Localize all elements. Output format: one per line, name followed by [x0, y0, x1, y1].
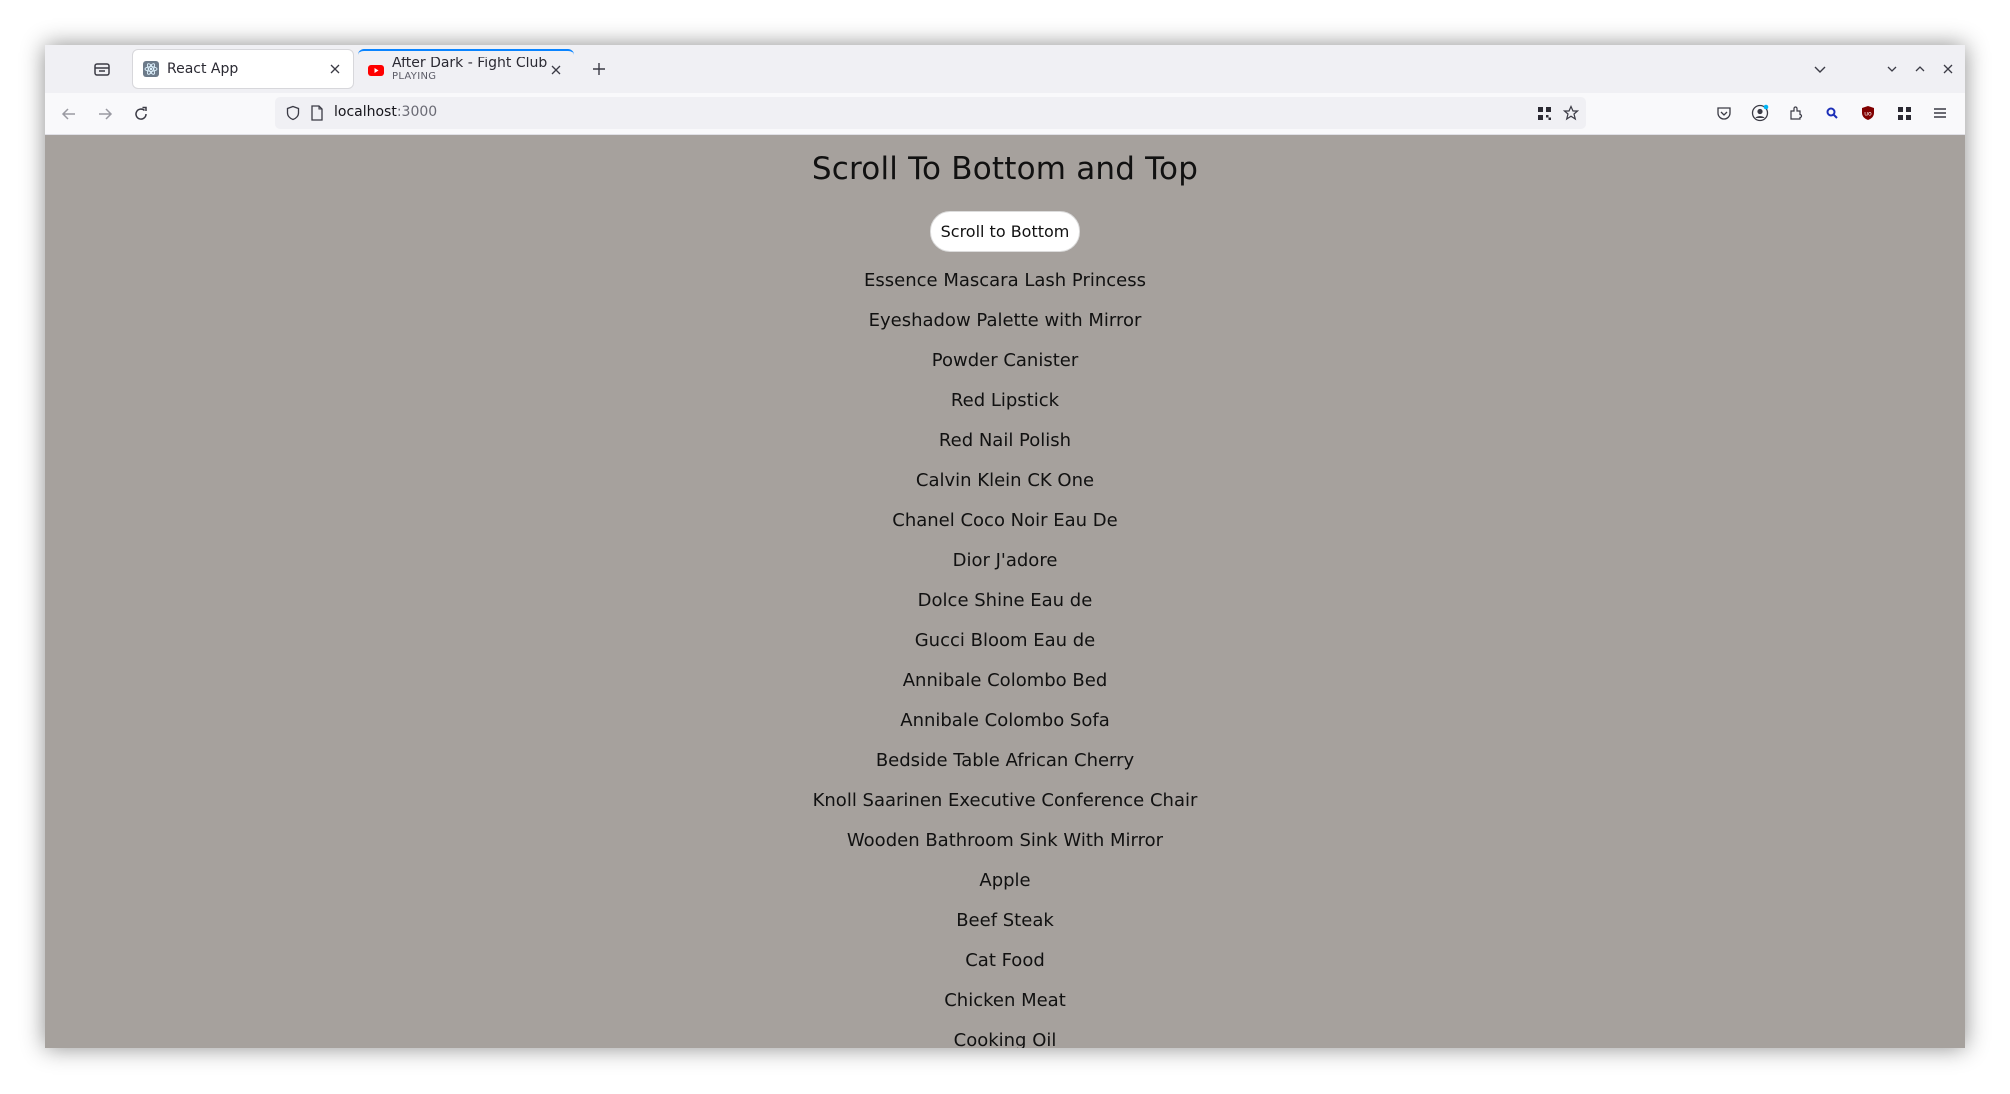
tab-react-app[interactable]: React App	[132, 49, 354, 89]
youtube-icon	[368, 62, 384, 78]
reload-icon[interactable]	[128, 101, 154, 127]
close-window-icon[interactable]	[1936, 57, 1960, 81]
list-item: Cat Food	[965, 950, 1045, 971]
account-icon[interactable]	[1748, 101, 1772, 125]
url-host: localhost	[334, 104, 397, 120]
forward-icon[interactable]	[92, 101, 118, 127]
close-tab-icon[interactable]	[327, 61, 343, 77]
close-tab-icon[interactable]	[548, 62, 564, 78]
list-item: Essence Mascara Lash Princess	[864, 270, 1146, 291]
browser-window: React App After Dark - Fight Club | RE P…	[45, 45, 1965, 1048]
react-icon	[143, 61, 159, 77]
minimize-icon[interactable]	[1880, 57, 1904, 81]
list-item: Red Lipstick	[950, 390, 1060, 411]
list-item: Annibale Colombo Bed	[902, 670, 1108, 691]
address-bar[interactable]: localhost:3000	[275, 97, 1586, 129]
navigation-bar: localhost:3000 uo	[45, 93, 1965, 135]
list-all-tabs-icon[interactable]	[1808, 57, 1832, 81]
list-item: Cooking Oil	[953, 1030, 1057, 1048]
tab-title: After Dark - Fight Club | RE	[392, 57, 548, 71]
shield-icon[interactable]	[284, 104, 302, 122]
back-icon[interactable]	[56, 101, 82, 127]
tab-title: React App	[167, 61, 239, 77]
list-item: Apple	[979, 870, 1031, 891]
list-item: Bedside Table African Cherry	[875, 750, 1135, 771]
tab-after-dark[interactable]: After Dark - Fight Club | RE PLAYING	[358, 49, 574, 89]
list-item: Powder Canister	[931, 350, 1079, 371]
list-item: Red Nail Polish	[938, 430, 1072, 451]
product-list: Essence Mascara Lash Princess Eyeshadow …	[45, 261, 1965, 1048]
new-tab-button[interactable]	[587, 57, 611, 81]
svg-text:uo: uo	[1864, 111, 1872, 118]
page-content: Scroll To Bottom and Top Scroll to Botto…	[45, 135, 1965, 1048]
list-item: Annibale Colombo Sofa	[900, 710, 1110, 731]
scroll-to-bottom-button[interactable]: Scroll to Bottom	[929, 211, 1081, 252]
tab-playing-label: PLAYING	[392, 71, 437, 82]
list-item: Knoll Saarinen Executive Conference Chai…	[812, 790, 1198, 811]
list-item: Dior J'adore	[952, 550, 1058, 571]
extensions-icon[interactable]	[1784, 101, 1808, 125]
list-item: Chanel Coco Noir Eau De	[892, 510, 1118, 531]
pocket-icon[interactable]	[1712, 101, 1736, 125]
search-extension-icon[interactable]	[1820, 101, 1844, 125]
qr-code-icon[interactable]	[1535, 104, 1553, 122]
url-text[interactable]: localhost:3000	[334, 104, 437, 120]
list-item: Calvin Klein CK One	[915, 470, 1095, 491]
bookmark-star-icon[interactable]	[1562, 104, 1580, 122]
url-port: :3000	[396, 104, 438, 120]
list-item: Eyeshadow Palette with Mirror	[868, 310, 1142, 331]
tab-strip: React App After Dark - Fight Club | RE P…	[45, 45, 1965, 93]
list-item: Dolce Shine Eau de	[917, 590, 1093, 611]
list-item: Chicken Meat	[944, 990, 1066, 1011]
tab-overview-icon[interactable]	[87, 54, 117, 84]
maximize-icon[interactable]	[1908, 57, 1932, 81]
list-item: Gucci Bloom Eau de	[914, 630, 1096, 651]
page-title: Scroll To Bottom and Top	[811, 151, 1199, 187]
list-item: Wooden Bathroom Sink With Mirror	[846, 830, 1164, 851]
menu-icon[interactable]	[1928, 101, 1952, 125]
page-icon[interactable]	[308, 104, 326, 122]
ublock-origin-icon[interactable]: uo	[1856, 101, 1880, 125]
apps-grid-icon[interactable]	[1892, 101, 1916, 125]
list-item: Beef Steak	[956, 910, 1054, 931]
